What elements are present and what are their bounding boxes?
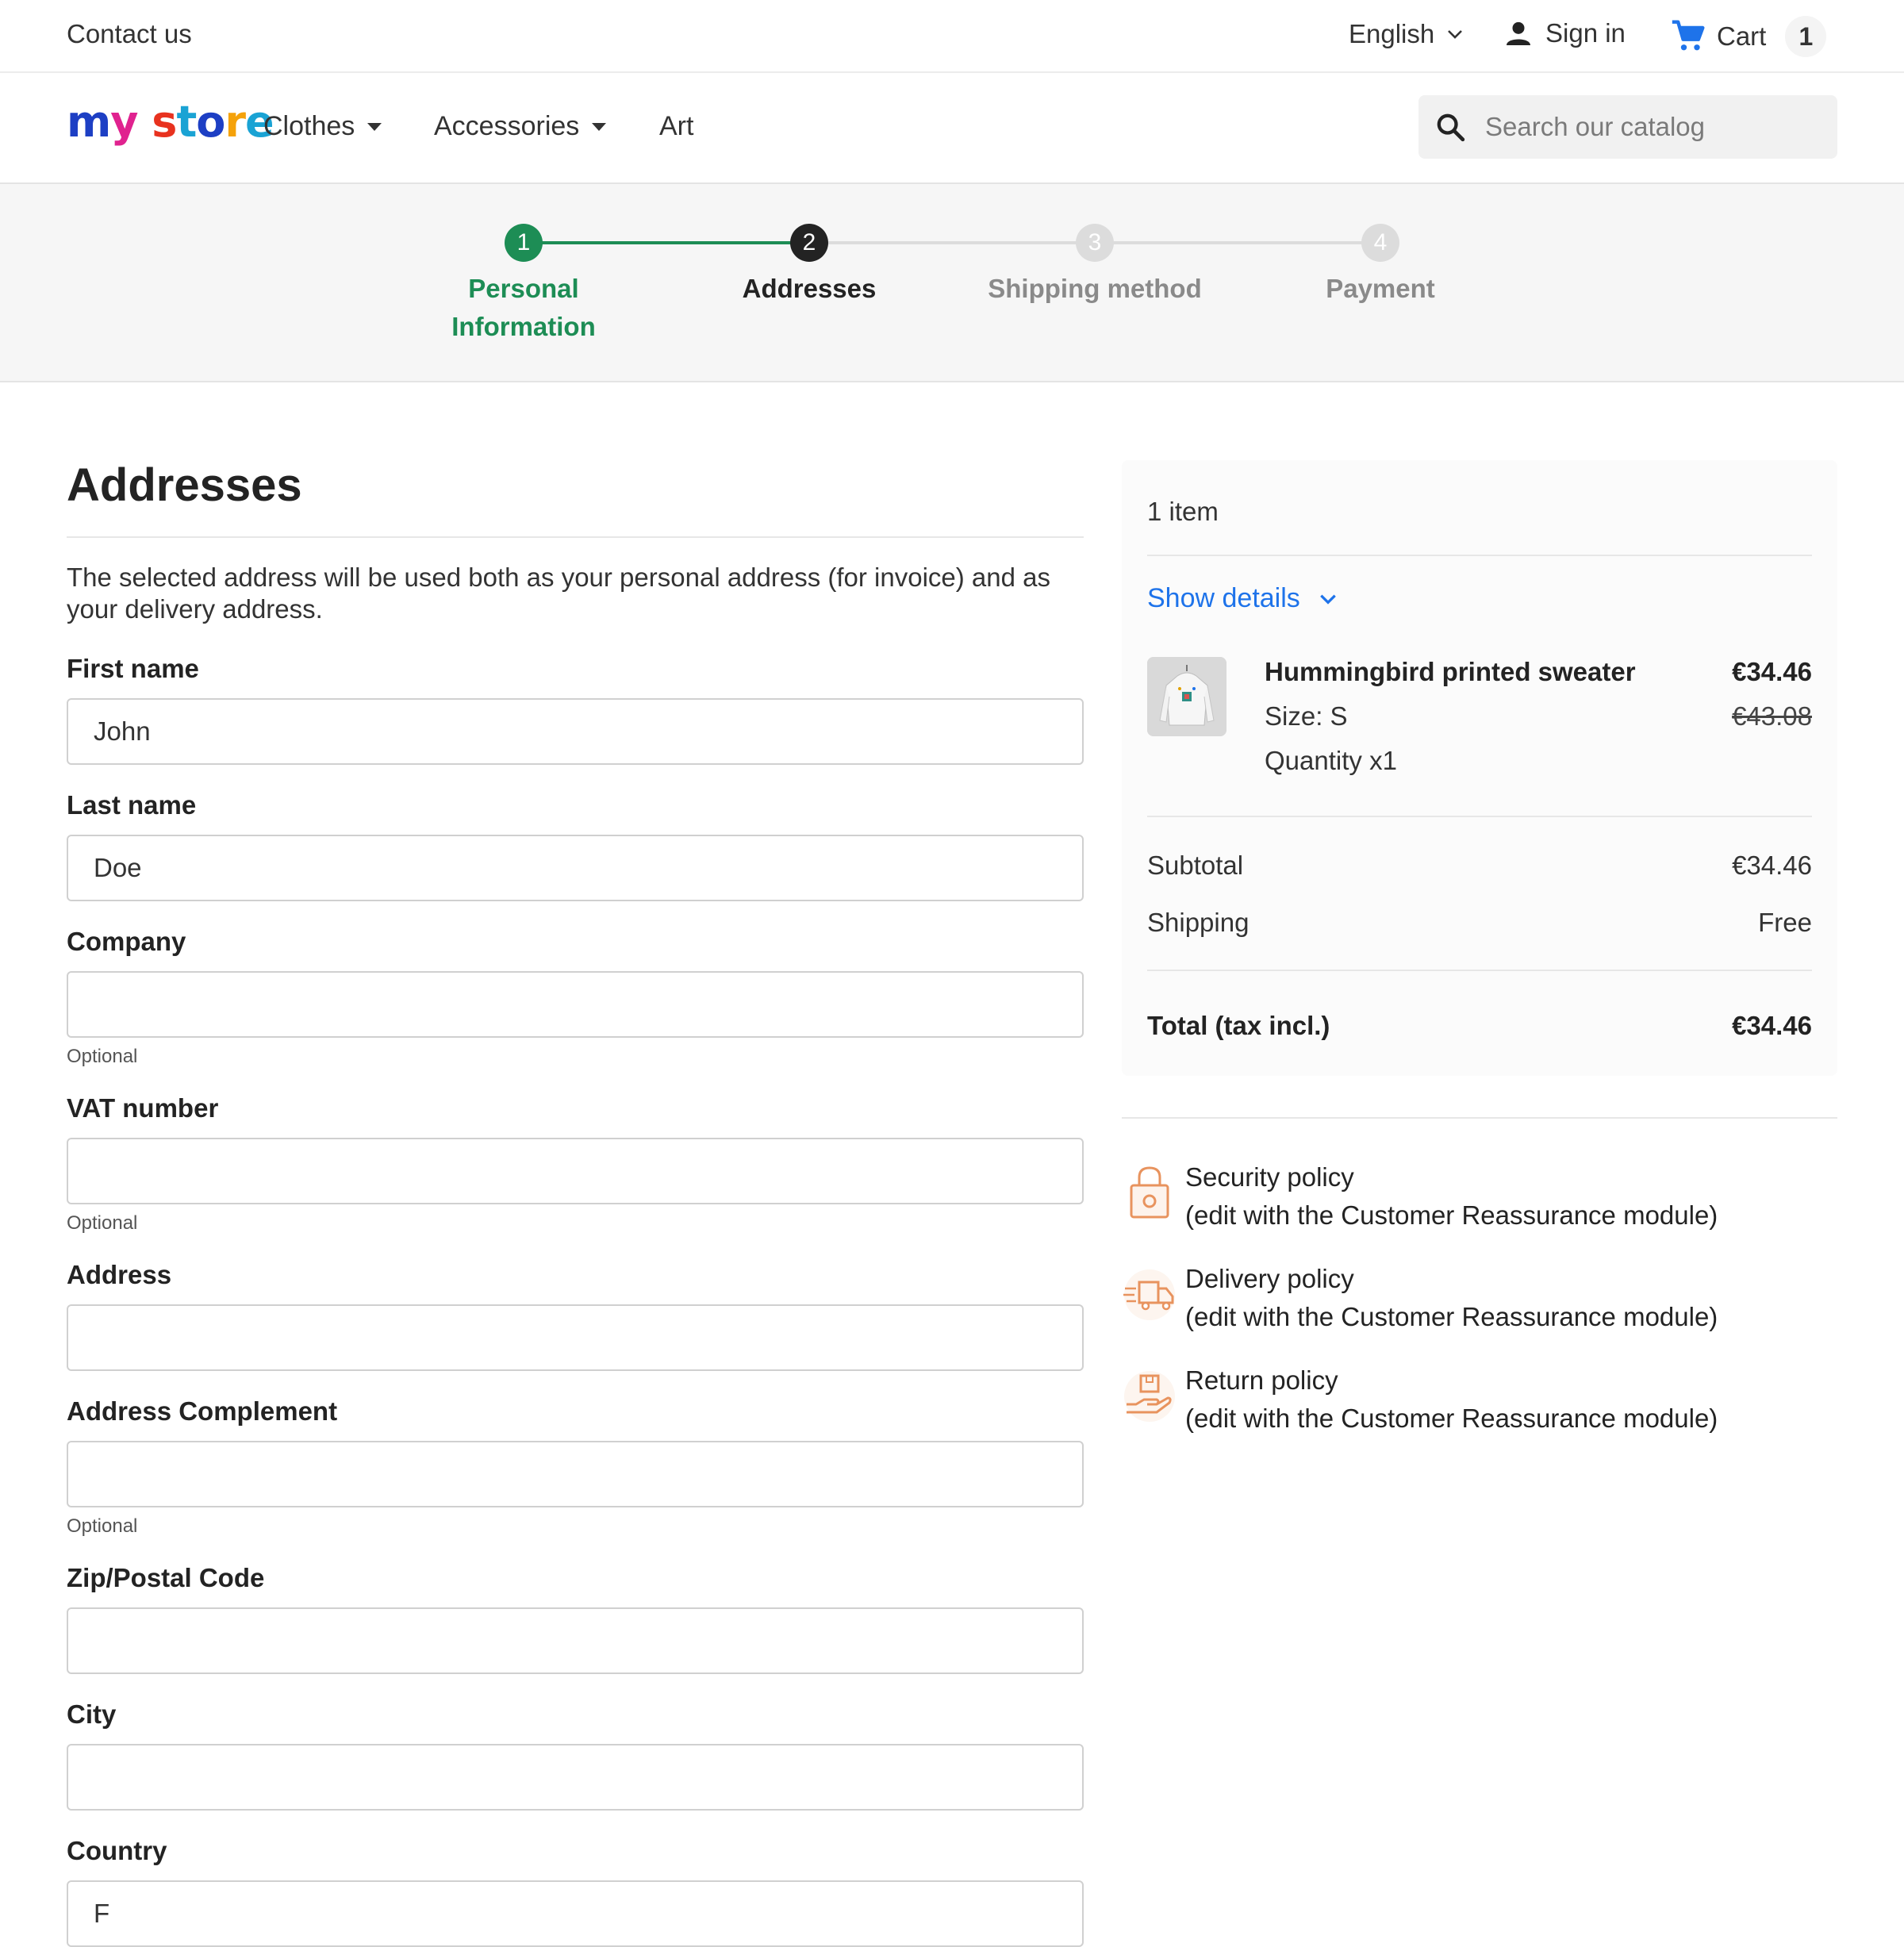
step-label: Personal Information: [451, 274, 596, 341]
step-payment: 4 Payment: [1285, 224, 1476, 308]
last-name-label: Last name: [67, 790, 197, 820]
divider: [1147, 555, 1812, 556]
divider: [1147, 816, 1812, 817]
address-complement-field[interactable]: [67, 1441, 1084, 1507]
step-personal-information[interactable]: 1 Personal Information: [428, 224, 619, 346]
search-icon[interactable]: [1434, 111, 1466, 143]
nav-item-accessories[interactable]: Accessories: [434, 111, 607, 142]
nav-item-label: Clothes: [263, 111, 355, 141]
main-header: my store Clothes Accessories Art: [0, 73, 1904, 184]
step-number: 2: [790, 224, 828, 262]
search-box: [1418, 95, 1837, 159]
reassurance-title: Delivery policy: [1185, 1264, 1354, 1293]
divider: [1122, 1117, 1837, 1119]
first-name-label: First name: [67, 654, 199, 683]
step-label: Shipping method: [988, 274, 1202, 303]
chevron-down-icon: [1319, 594, 1336, 605]
address-field[interactable]: [67, 1304, 1084, 1371]
vat-number-field[interactable]: [67, 1138, 1084, 1204]
nav-item-label: Accessories: [434, 111, 580, 141]
step-number: 1: [505, 224, 543, 262]
address-intro-text: The selected address will be used both a…: [67, 563, 1051, 624]
product-old-price: €43.08: [1732, 701, 1812, 731]
step-shipping-method: 3 Shipping method: [984, 224, 1206, 308]
sign-in-label: Sign in: [1545, 18, 1626, 48]
divider: [67, 536, 1084, 538]
address-complement-label: Address Complement: [67, 1396, 338, 1426]
chevron-down-icon: [1448, 30, 1463, 39]
step-number: 3: [1076, 224, 1114, 262]
shipping-value: Free: [1758, 908, 1812, 937]
contact-us-link[interactable]: Contact us: [67, 19, 192, 49]
total-label: Total (tax incl.): [1147, 1011, 1330, 1040]
reassurance-delivery: Delivery policy (edit with the Customer …: [1122, 1260, 1837, 1339]
company-field[interactable]: [67, 971, 1084, 1038]
return-box-icon: [1124, 1371, 1175, 1422]
postcode-field[interactable]: [67, 1607, 1084, 1674]
search-input[interactable]: [1484, 111, 1817, 143]
checkout-stepper: 1 Personal Information 2 Addresses 3 Shi…: [0, 184, 1904, 382]
vat-number-label: VAT number: [67, 1093, 219, 1123]
reassurance-text: (edit with the Customer Reassurance modu…: [1185, 1404, 1718, 1433]
cart-link[interactable]: Cart 1: [1671, 16, 1827, 57]
last-name-field[interactable]: [67, 835, 1084, 901]
city-field[interactable]: [67, 1744, 1084, 1811]
reassurance-title: Return policy: [1185, 1365, 1338, 1395]
product-size: Size: S: [1265, 701, 1348, 731]
step-label: Payment: [1326, 274, 1435, 303]
subtotal-value: €34.46: [1732, 851, 1812, 880]
product-price: €34.46: [1732, 657, 1812, 686]
reassurance-title: Security policy: [1185, 1162, 1354, 1192]
cart-count-badge: 1: [1785, 16, 1827, 57]
language-label: English: [1349, 19, 1435, 48]
postcode-label: Zip/Postal Code: [67, 1563, 265, 1592]
cart-summary: 1 item Show details Hummingbird printed …: [1122, 460, 1837, 1076]
nav-item-label: Art: [659, 111, 694, 141]
reassurance-text: (edit with the Customer Reassurance modu…: [1185, 1200, 1718, 1230]
nav-item-clothes[interactable]: Clothes: [263, 111, 382, 142]
address-complement-optional-hint: Optional: [67, 1515, 138, 1537]
cart-label: Cart: [1717, 21, 1767, 51]
step-number: 4: [1361, 224, 1399, 262]
reassurance-security: Security policy (edit with the Customer …: [1122, 1158, 1837, 1238]
vat-optional-hint: Optional: [67, 1212, 138, 1234]
company-label: Company: [67, 927, 186, 956]
company-optional-hint: Optional: [67, 1046, 138, 1067]
country-select[interactable]: [67, 1880, 1084, 1947]
show-details-label: Show details: [1147, 583, 1300, 613]
divider: [1147, 970, 1812, 971]
shopping-cart-icon: [1672, 20, 1705, 51]
first-name-field[interactable]: [67, 698, 1084, 765]
lock-icon: [1130, 1166, 1169, 1219]
page-title: Addresses: [67, 459, 302, 511]
language-selector[interactable]: English: [1349, 19, 1464, 49]
reassurance-text: (edit with the Customer Reassurance modu…: [1185, 1302, 1718, 1331]
caret-down-icon: [592, 122, 607, 131]
subtotal-label: Subtotal: [1147, 851, 1244, 880]
reassurance-return: Return policy (edit with the Customer Re…: [1122, 1361, 1837, 1441]
step-label: Addresses: [742, 274, 877, 303]
product-name[interactable]: Hummingbird printed sweater: [1265, 657, 1636, 687]
nav-item-art[interactable]: Art: [659, 111, 693, 142]
total-value: €34.46: [1732, 1011, 1812, 1040]
sign-in-link[interactable]: Sign in: [1503, 17, 1626, 49]
country-label: Country: [67, 1836, 167, 1865]
user-icon: [1507, 21, 1530, 45]
address-label: Address: [67, 1260, 172, 1289]
delivery-truck-icon: [1123, 1269, 1175, 1320]
top-utility-bar: Contact us English Sign in Cart 1: [0, 0, 1904, 73]
sweater-image: [1147, 657, 1226, 736]
cart-items-count: 1 item: [1147, 497, 1219, 526]
product-quantity: Quantity x1: [1265, 746, 1397, 775]
store-logo[interactable]: my store: [67, 97, 274, 147]
shipping-label: Shipping: [1147, 908, 1250, 937]
caret-down-icon: [367, 122, 382, 131]
step-addresses[interactable]: 2 Addresses: [714, 224, 904, 308]
city-label: City: [67, 1699, 117, 1729]
product-thumbnail[interactable]: [1147, 657, 1226, 736]
show-details-toggle[interactable]: Show details: [1147, 583, 1338, 614]
